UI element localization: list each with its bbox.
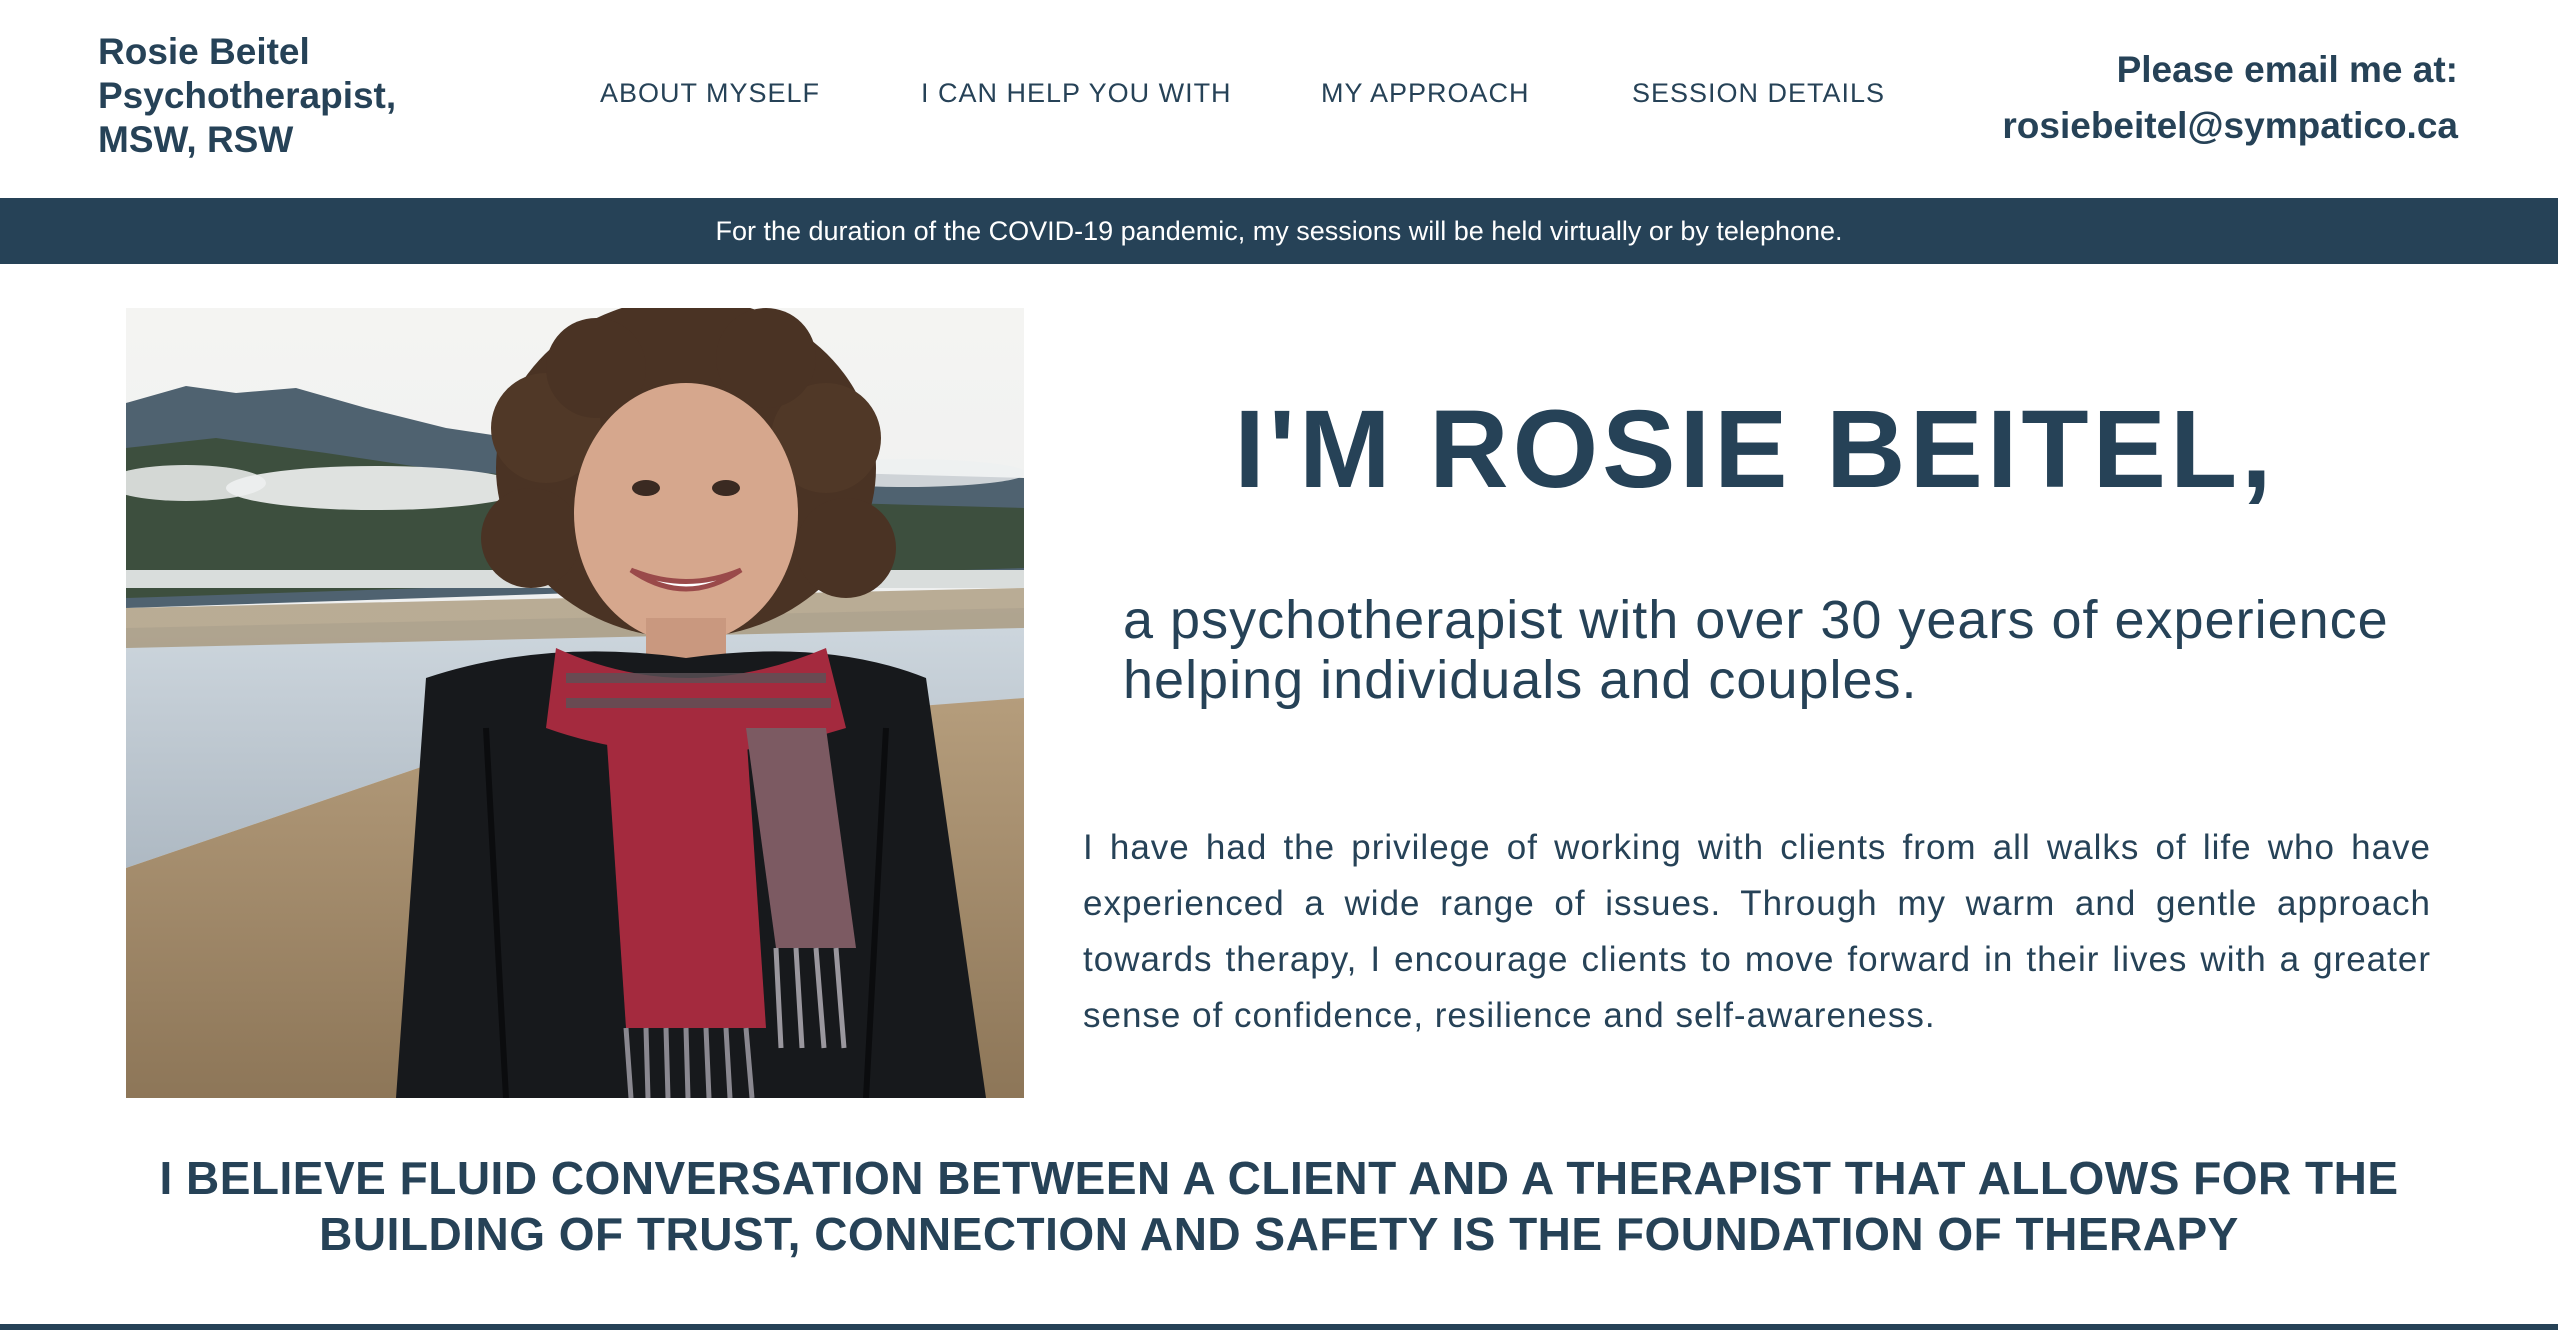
intro-subtitle: a psychotherapist with over 30 years of … xyxy=(1123,590,2389,710)
brand-line-3: MSW, RSW xyxy=(98,119,294,160)
brand-line-2: Psychotherapist, xyxy=(98,75,397,116)
nav-i-can-help-you-with[interactable]: I CAN HELP YOU WITH xyxy=(921,78,1232,109)
brand-line-1: Rosie Beitel xyxy=(98,31,310,72)
brand-link[interactable]: Rosie Beitel Psychotherapist, MSW, RSW xyxy=(98,30,438,162)
site-header: Rosie Beitel Psychotherapist, MSW, RSW A… xyxy=(0,0,2558,198)
site-brand[interactable]: Rosie Beitel Psychotherapist, MSW, RSW xyxy=(98,30,438,162)
contact-label: Please email me at: xyxy=(2116,49,2458,90)
belief-statement: I BELIEVE FLUID CONVERSATION BETWEEN A C… xyxy=(159,1152,2399,1260)
covid-banner: For the duration of the COVID-19 pandemi… xyxy=(0,198,2558,264)
profile-photo-illustration xyxy=(126,308,1024,1098)
profile-photo xyxy=(126,308,1024,1098)
contact-email-link[interactable]: rosiebeitel@sympatico.ca xyxy=(2002,105,2458,146)
nav-my-approach[interactable]: MY APPROACH xyxy=(1321,78,1530,109)
intro-heading: I'M ROSIE BEITEL, xyxy=(1234,388,2276,511)
nav-session-details[interactable]: SESSION DETAILS xyxy=(1632,78,1885,109)
section-divider xyxy=(0,1324,2558,1330)
contact-block: Please email me at: rosiebeitel@sympatic… xyxy=(2002,42,2458,154)
nav-about-myself[interactable]: ABOUT MYSELF xyxy=(600,78,820,109)
intro-body: I have had the privilege of working with… xyxy=(1083,828,2431,1035)
